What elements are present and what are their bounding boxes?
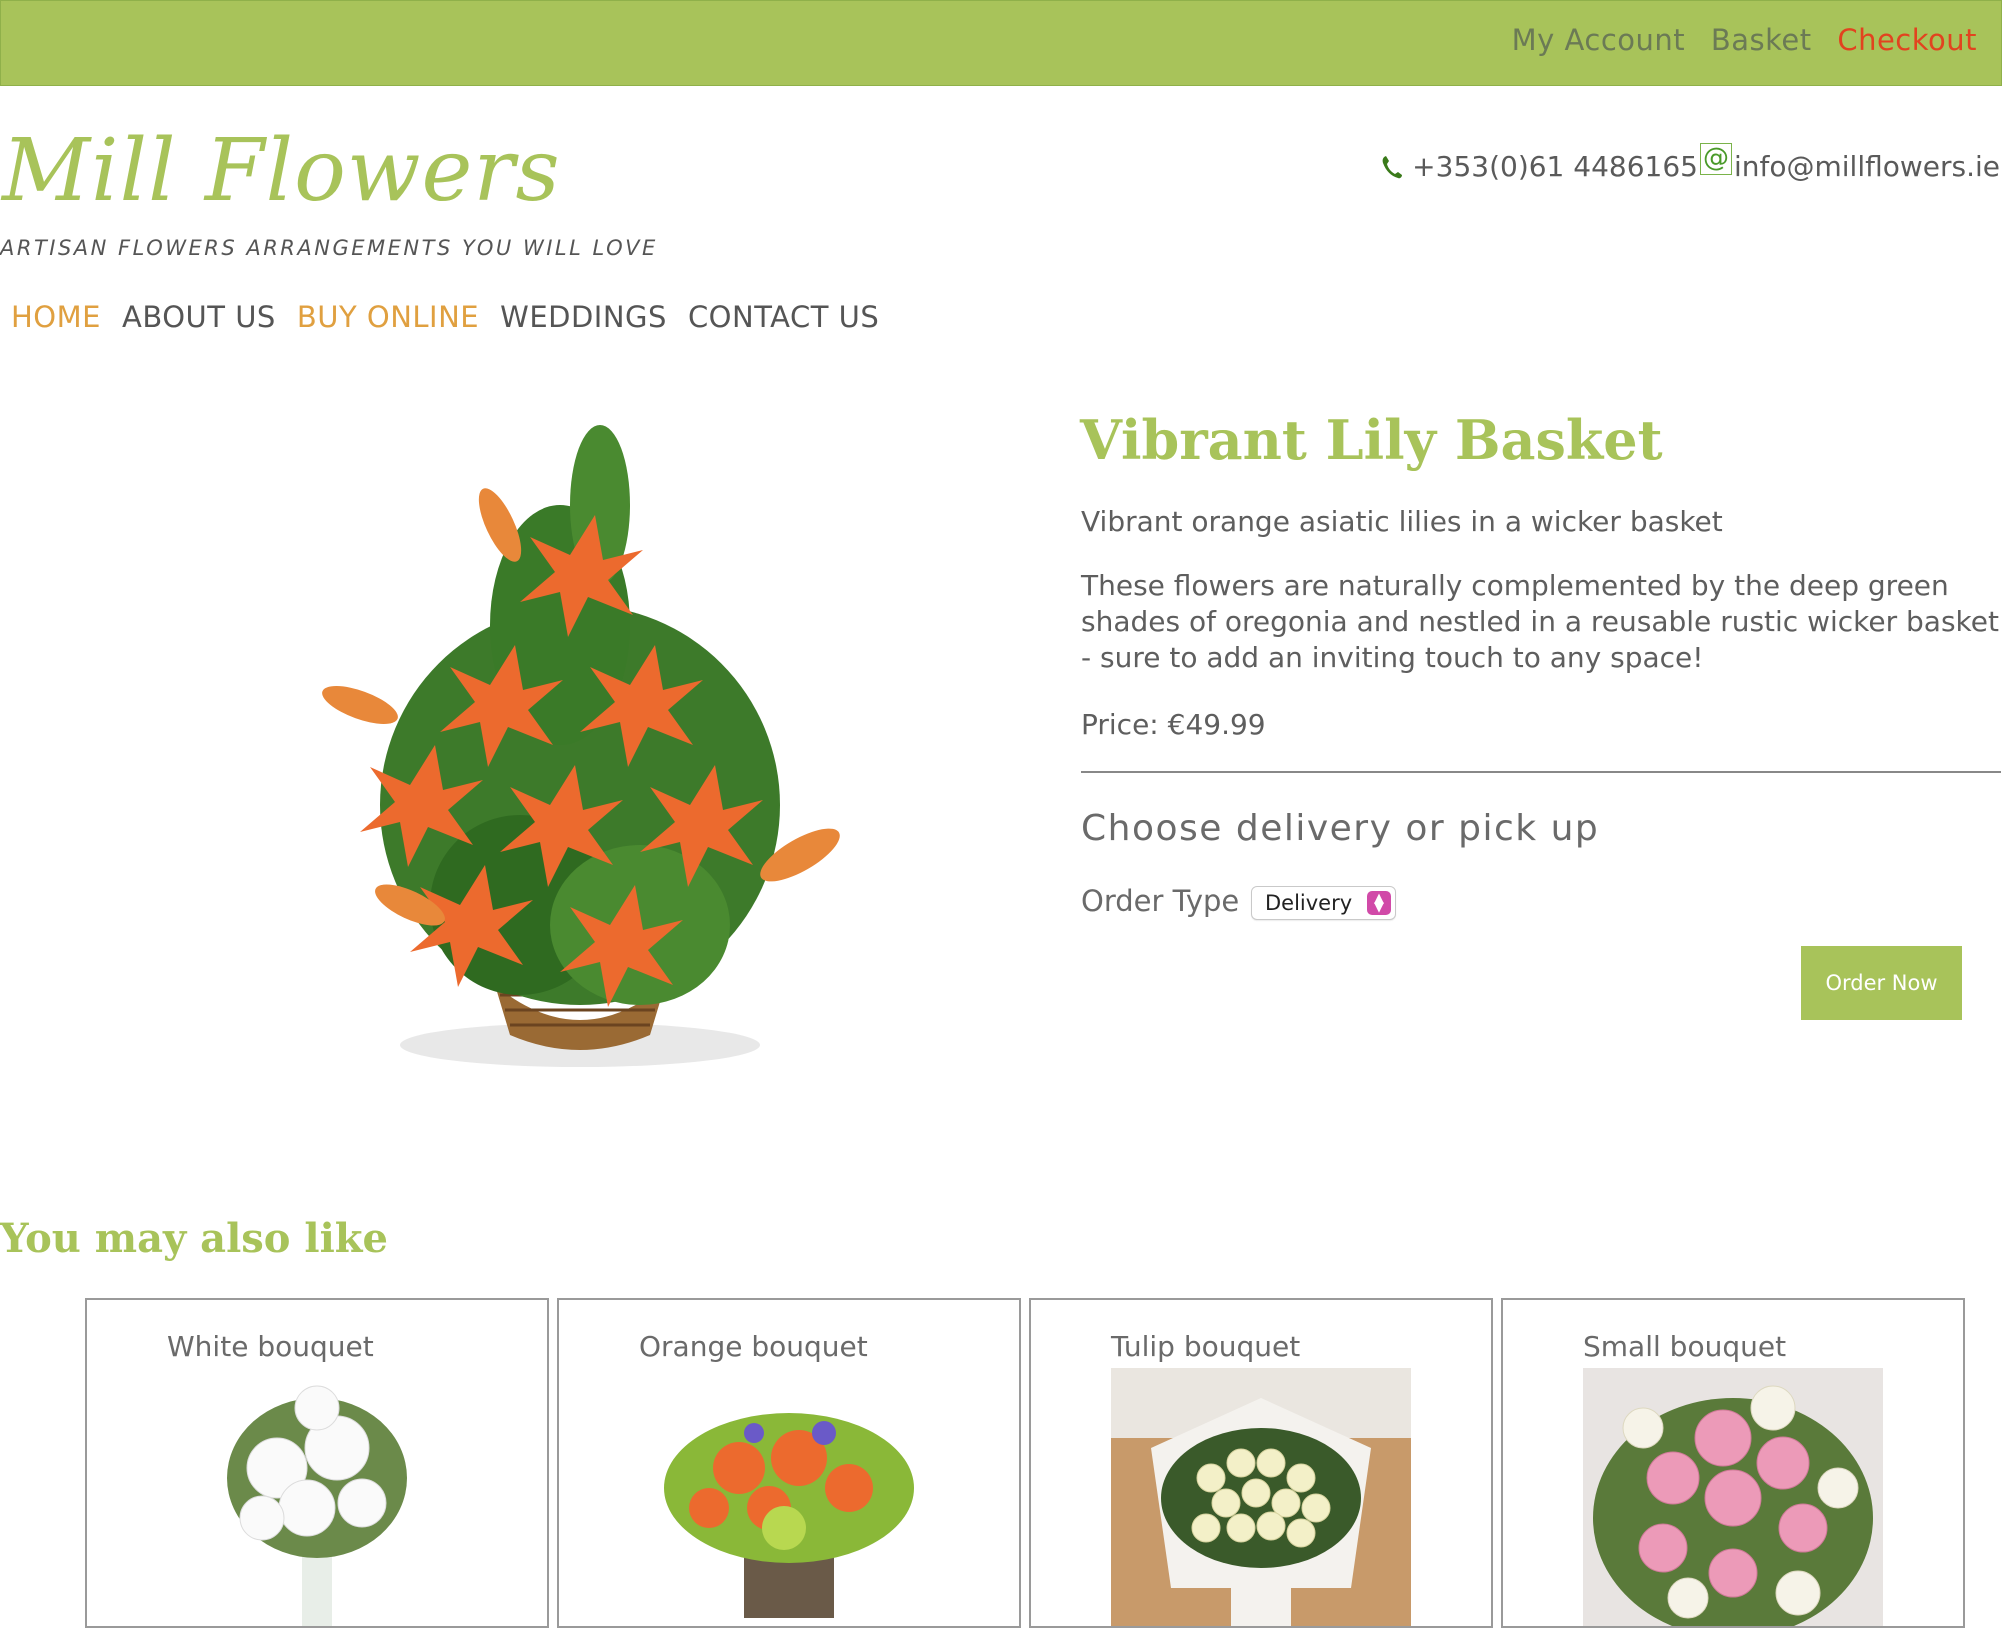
nav-item-home[interactable]: HOME: [11, 300, 101, 334]
nav-item-buy-online[interactable]: BUY ONLINE: [297, 300, 479, 334]
email-address[interactable]: info@millflowers.ie: [1734, 150, 2000, 183]
related-card-image: [639, 1368, 939, 1626]
contact-info: +353(0)61 4486165 @ info@millflowers.ie: [1380, 142, 2000, 183]
related-card-image: [1111, 1368, 1411, 1626]
my-account-link[interactable]: My Account: [1512, 23, 1686, 57]
related-card-name: White bouquet: [167, 1330, 374, 1363]
order-type-select[interactable]: Delivery ▲ ▼: [1251, 886, 1396, 920]
site-logo[interactable]: Mill Flowers: [2, 128, 561, 214]
order-type-label: Order Type: [1081, 884, 1240, 918]
phone-number[interactable]: +353(0)61 4486165: [1412, 150, 1698, 183]
product-short-description: Vibrant orange asiatic lilies in a wicke…: [1081, 505, 1723, 538]
delivery-heading: Choose delivery or pick up: [1081, 808, 1600, 849]
related-card-white-bouquet[interactable]: White bouquet: [85, 1298, 549, 1628]
related-card-image: [167, 1368, 467, 1626]
related-card-orange-bouquet[interactable]: Orange bouquet: [557, 1298, 1021, 1628]
related-card-small-bouquet[interactable]: Small bouquet: [1501, 1298, 1965, 1628]
nav-item-contact-us[interactable]: CONTACT US: [688, 300, 879, 334]
related-card-image: [1583, 1368, 1883, 1626]
product-long-description: These flowers are naturally complemented…: [1081, 569, 1999, 674]
product-title: Vibrant Lily Basket: [1080, 408, 1663, 472]
product-image: [300, 385, 860, 1075]
top-bar: My Account Basket Checkout: [0, 0, 2002, 86]
basket-link[interactable]: Basket: [1711, 23, 1812, 57]
nav-item-about-us[interactable]: ABOUT US: [122, 300, 276, 334]
related-card-tulip-bouquet[interactable]: Tulip bouquet: [1029, 1298, 1493, 1628]
product-price: Price: €49.99: [1081, 708, 1266, 741]
related-card-name: Small bouquet: [1583, 1330, 1787, 1363]
related-card-name: Tulip bouquet: [1111, 1330, 1301, 1363]
related-heading: You may also like: [0, 1215, 388, 1262]
phone-icon: [1380, 153, 1404, 181]
related-card-name: Orange bouquet: [639, 1330, 868, 1363]
chevron-updown-icon: ▲ ▼: [1367, 891, 1391, 915]
email-icon: @: [1699, 142, 1732, 175]
site-tagline: ARTISAN FLOWERS ARRANGEMENTS YOU WILL LO…: [0, 236, 658, 260]
main-nav: HOME ABOUT US BUY ONLINE WEDDINGS CONTAC…: [11, 300, 900, 334]
nav-item-weddings[interactable]: WEDDINGS: [500, 300, 667, 334]
order-now-button[interactable]: Order Now: [1801, 946, 1962, 1020]
checkout-link[interactable]: Checkout: [1837, 23, 1977, 57]
order-type-value: Delivery: [1265, 891, 1353, 915]
account-links: My Account Basket Checkout: [1496, 23, 1977, 57]
divider: [1081, 771, 2001, 773]
